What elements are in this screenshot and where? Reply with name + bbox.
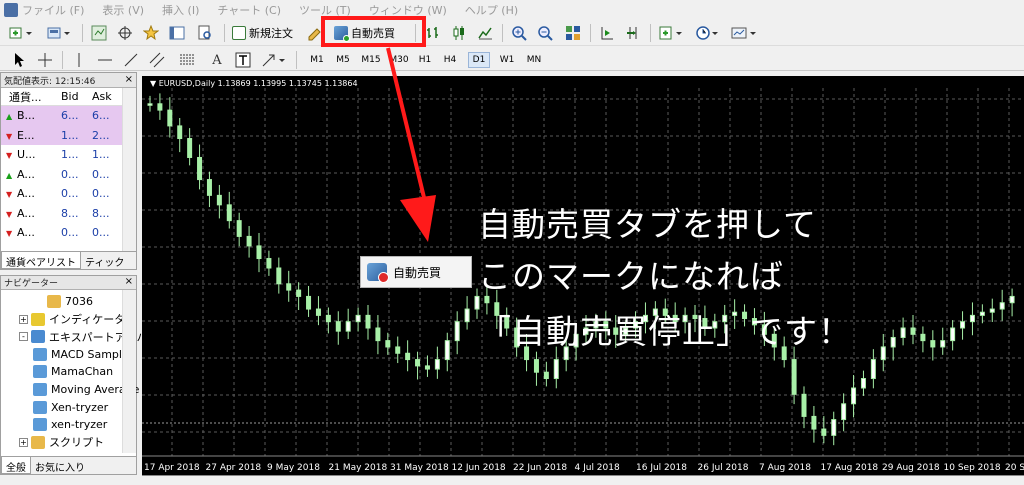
annotation-line-3: 「自動売買停止」です！: [478, 312, 852, 351]
autotrade-stopped-icon: [367, 263, 389, 283]
autotrade-callout-label: 自動売買: [393, 265, 442, 280]
annotation-line-2: このマークになれば: [478, 257, 784, 296]
annotation-line-1: 自動売買タブを押して: [478, 205, 818, 244]
annotation-arrow-head: [400, 195, 436, 242]
annotation-arrow-line: [386, 47, 429, 211]
autotrade-stopped-callout: 自動売買: [360, 256, 472, 288]
